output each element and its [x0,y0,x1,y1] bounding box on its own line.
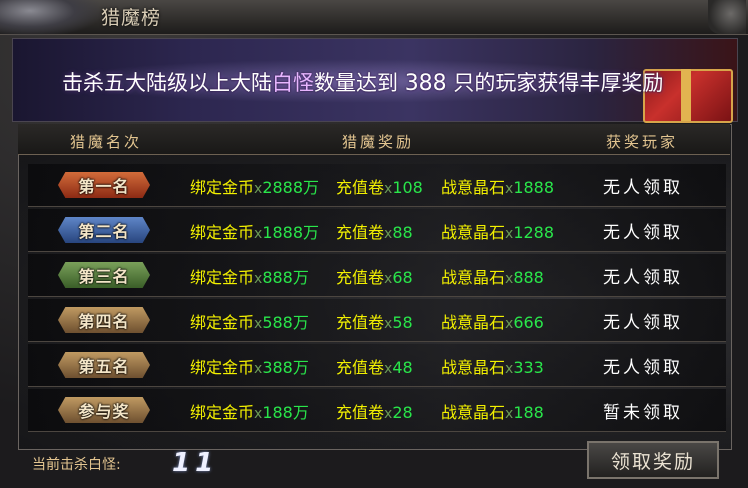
banner-count: 388 [404,71,447,96]
card-value: 28 [392,403,413,422]
crystal-reward: 战意晶石x888 [441,264,544,288]
gold-reward: 绑定金币x388万 [190,354,309,378]
winner-status: 无人领取 [603,358,683,378]
header-reward: 猎魔奖励 [342,133,415,151]
crystal-label: 战意晶石 [441,403,506,422]
crystal-reward: 战意晶石x188 [441,399,544,423]
crystal-value: 666 [513,313,544,332]
gold-label: 绑定金币 [190,268,255,287]
banner-text: 击杀五大陆级以上大陆白怪数量达到 388 只的玩家获得丰厚奖励 [62,67,663,97]
card-label: 充值卷 [336,313,385,332]
banner-text-prefix: 击杀五大陆级以上大陆 [62,71,272,95]
card-value: 68 [392,268,413,287]
crystal-value: 1288 [513,223,555,242]
card-reward: 充值卷x58 [336,309,413,333]
window-title: 猎魔榜 [101,7,162,29]
header-rank: 猎魔名次 [70,133,143,151]
gold-label: 绑定金币 [190,223,255,242]
crystal-value: 1888 [513,178,555,197]
crystal-value: 188 [513,403,544,422]
kill-count-value: 11 [172,448,219,478]
gold-value: 188万 [262,403,309,422]
dragon-ornament-icon [0,0,100,36]
card-value: 58 [392,313,413,332]
crystal-label: 战意晶石 [441,313,506,332]
table-row: 第三名 绑定金币x888万 充值卷x68 战意晶石x888 无人领取 [28,254,726,297]
crystal-label: 战意晶石 [441,358,506,377]
header-winner: 获奖玩家 [606,133,679,151]
rank-badge: 第二名 [58,217,150,243]
card-label: 充值卷 [336,178,385,197]
gold-label: 绑定金币 [190,403,255,422]
rank-badge: 第四名 [58,307,150,333]
crystal-label: 战意晶石 [441,223,506,242]
banner-text-suffix: 只的玩家获得丰厚奖励 [446,71,664,95]
card-reward: 充值卷x68 [336,264,413,288]
gold-reward: 绑定金币x188万 [190,399,309,423]
gold-value: 588万 [262,313,309,332]
crystal-value: 333 [513,358,544,377]
winner-status: 暂未领取 [603,403,683,423]
card-reward: 充值卷x28 [336,399,413,423]
crystal-label: 战意晶石 [441,178,506,197]
gold-reward: 绑定金币x888万 [190,264,309,288]
card-label: 充值卷 [336,223,385,242]
table-row: 参与奖 绑定金币x188万 充值卷x28 战意晶石x188 暂未领取 [28,389,726,432]
card-label: 充值卷 [336,358,385,377]
card-reward: 充值卷x108 [336,174,423,198]
rank-badge: 第一名 [58,172,150,198]
gold-reward: 绑定金币x588万 [190,309,309,333]
gold-value: 2888万 [262,178,320,197]
table-row: 第二名 绑定金币x1888万 充值卷x88 战意晶石x1288 无人领取 [28,209,726,252]
card-value: 88 [392,223,413,242]
banner-text-mid: 数量达到 [314,71,405,95]
gold-label: 绑定金币 [190,358,255,377]
rank-badge: 第五名 [58,352,150,378]
gold-label: 绑定金币 [190,178,255,197]
crystal-reward: 战意晶石x666 [441,309,544,333]
close-icon[interactable] [708,0,746,34]
table-row: 第四名 绑定金币x588万 充值卷x58 战意晶石x666 无人领取 [28,299,726,342]
gold-reward: 绑定金币x2888万 [190,174,319,198]
table-row: 第五名 绑定金币x388万 充值卷x48 战意晶石x333 无人领取 [28,344,726,387]
card-value: 48 [392,358,413,377]
rank-badge: 参与奖 [58,397,150,423]
crystal-reward: 战意晶石x1888 [441,174,554,198]
gold-value: 1888万 [262,223,320,242]
card-value: 108 [392,178,423,197]
card-reward: 充值卷x88 [336,219,413,243]
gold-reward: 绑定金币x1888万 [190,219,319,243]
card-reward: 充值卷x48 [336,354,413,378]
gold-value: 388万 [262,358,309,377]
crystal-reward: 战意晶石x333 [441,354,544,378]
winner-status: 无人领取 [603,223,683,243]
gold-value: 888万 [262,268,309,287]
winner-status: 无人领取 [603,268,683,288]
gold-label: 绑定金币 [190,313,255,332]
rank-badge: 第三名 [58,262,150,288]
winner-status: 无人领取 [603,313,683,333]
claim-reward-button[interactable]: 领取奖励 [587,441,719,479]
winner-status: 无人领取 [603,178,683,198]
kill-count-label: 当前击杀白怪: [32,457,121,473]
banner-highlight: 白怪 [272,71,314,95]
crystal-label: 战意晶石 [441,268,506,287]
card-label: 充值卷 [336,403,385,422]
crystal-value: 888 [513,268,544,287]
table-row: 第一名 绑定金币x2888万 充值卷x108 战意晶石x1888 无人领取 [28,164,726,207]
card-label: 充值卷 [336,268,385,287]
crystal-reward: 战意晶石x1288 [441,219,554,243]
